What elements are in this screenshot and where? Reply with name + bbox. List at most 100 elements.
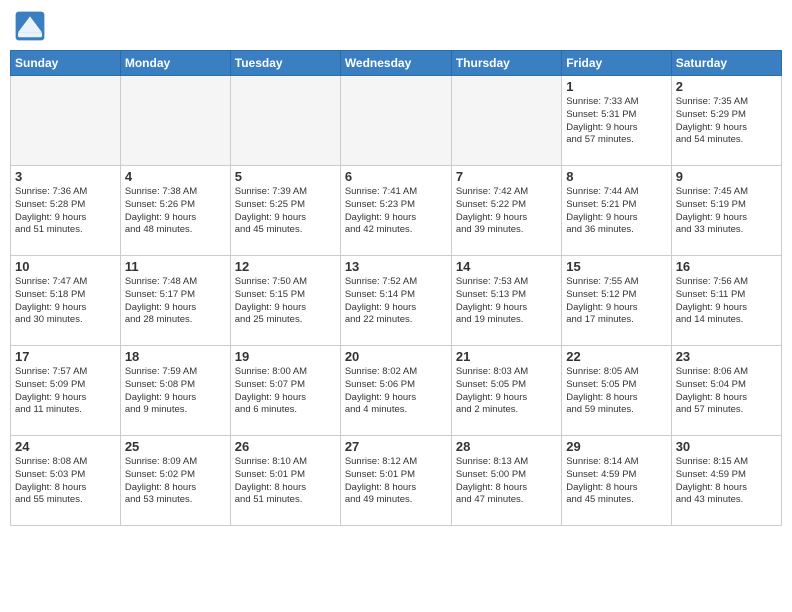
calendar-cell: 9 Sunrise: 7:45 AM Sunset: 5:19 PM Daylig…	[671, 166, 781, 256]
calendar-cell: 29 Sunrise: 8:14 AM Sunset: 4:59 PM Dayli…	[562, 436, 671, 526]
day-info: Sunrise: 8:13 AM Sunset: 5:00 PM Dayligh…	[456, 456, 557, 507]
day-number: 1	[566, 79, 666, 94]
day-info: Sunrise: 8:10 AM Sunset: 5:01 PM Dayligh…	[235, 456, 336, 507]
day-header-wednesday: Wednesday	[340, 51, 451, 76]
day-number: 17	[15, 349, 116, 364]
calendar-cell: 2Sunrise: 7:35 AM Sunset: 5:29 PM Daylig…	[671, 76, 781, 166]
day-number: 23	[676, 349, 777, 364]
calendar-cell: 24 Sunrise: 8:08 AM Sunset: 5:03 PM Dayli…	[11, 436, 121, 526]
day-info: Sunrise: 8:00 AM Sunset: 5:07 PM Dayligh…	[235, 366, 336, 417]
day-number: 7	[456, 169, 557, 184]
calendar-week-row: 24 Sunrise: 8:08 AM Sunset: 5:03 PM Dayli…	[11, 436, 782, 526]
calendar-cell: 15Sunrise: 7:55 AM Sunset: 5:12 PM Dayli…	[562, 256, 671, 346]
day-info: Sunrise: 7:35 AM Sunset: 5:29 PM Dayligh…	[676, 96, 777, 147]
day-header-saturday: Saturday	[671, 51, 781, 76]
calendar-cell: 5 Sunrise: 7:39 AM Sunset: 5:25 PM Daylig…	[230, 166, 340, 256]
calendar-week-row: 3 Sunrise: 7:36 AM Sunset: 5:28 PM Daylig…	[11, 166, 782, 256]
calendar-cell: 8 Sunrise: 7:44 AM Sunset: 5:21 PM Daylig…	[562, 166, 671, 256]
day-number: 19	[235, 349, 336, 364]
day-info: Sunrise: 7:38 AM Sunset: 5:26 PM Dayligh…	[125, 186, 226, 237]
calendar-cell: 22 Sunrise: 8:05 AM Sunset: 5:05 PM Dayli…	[562, 346, 671, 436]
day-number: 29	[566, 439, 666, 454]
day-info: Sunrise: 8:03 AM Sunset: 5:05 PM Dayligh…	[456, 366, 557, 417]
logo	[14, 10, 50, 42]
day-info: Sunrise: 7:56 AM Sunset: 5:11 PM Dayligh…	[676, 276, 777, 327]
day-number: 26	[235, 439, 336, 454]
day-number: 18	[125, 349, 226, 364]
day-info: Sunrise: 7:59 AM Sunset: 5:08 PM Dayligh…	[125, 366, 226, 417]
calendar-cell: 17Sunrise: 7:57 AM Sunset: 5:09 PM Dayli…	[11, 346, 121, 436]
calendar-cell: 1Sunrise: 7:33 AM Sunset: 5:31 PM Daylig…	[562, 76, 671, 166]
day-number: 6	[345, 169, 447, 184]
day-number: 16	[676, 259, 777, 274]
day-info: Sunrise: 7:36 AM Sunset: 5:28 PM Dayligh…	[15, 186, 116, 237]
day-header-friday: Friday	[562, 51, 671, 76]
day-number: 24	[15, 439, 116, 454]
day-number: 9	[676, 169, 777, 184]
logo-icon	[14, 10, 46, 42]
day-header-monday: Monday	[120, 51, 230, 76]
day-info: Sunrise: 8:06 AM Sunset: 5:04 PM Dayligh…	[676, 366, 777, 417]
calendar-header-row: SundayMondayTuesdayWednesdayThursdayFrid…	[11, 51, 782, 76]
day-number: 10	[15, 259, 116, 274]
calendar-week-row: 1Sunrise: 7:33 AM Sunset: 5:31 PM Daylig…	[11, 76, 782, 166]
day-info: Sunrise: 7:42 AM Sunset: 5:22 PM Dayligh…	[456, 186, 557, 237]
day-info: Sunrise: 7:45 AM Sunset: 5:19 PM Dayligh…	[676, 186, 777, 237]
day-header-thursday: Thursday	[451, 51, 561, 76]
calendar-cell: 4 Sunrise: 7:38 AM Sunset: 5:26 PM Daylig…	[120, 166, 230, 256]
calendar-cell: 30Sunrise: 8:15 AM Sunset: 4:59 PM Dayli…	[671, 436, 781, 526]
day-info: Sunrise: 8:08 AM Sunset: 5:03 PM Dayligh…	[15, 456, 116, 507]
day-info: Sunrise: 7:41 AM Sunset: 5:23 PM Dayligh…	[345, 186, 447, 237]
calendar-table: SundayMondayTuesdayWednesdayThursdayFrid…	[10, 50, 782, 526]
day-number: 21	[456, 349, 557, 364]
day-info: Sunrise: 7:52 AM Sunset: 5:14 PM Dayligh…	[345, 276, 447, 327]
calendar-cell: 27 Sunrise: 8:12 AM Sunset: 5:01 PM Dayli…	[340, 436, 451, 526]
day-number: 22	[566, 349, 666, 364]
calendar-cell: 14Sunrise: 7:53 AM Sunset: 5:13 PM Dayli…	[451, 256, 561, 346]
calendar-cell: 10 Sunrise: 7:47 AM Sunset: 5:18 PM Dayli…	[11, 256, 121, 346]
calendar-cell: 18 Sunrise: 7:59 AM Sunset: 5:08 PM Dayli…	[120, 346, 230, 436]
day-number: 25	[125, 439, 226, 454]
day-info: Sunrise: 7:50 AM Sunset: 5:15 PM Dayligh…	[235, 276, 336, 327]
day-number: 13	[345, 259, 447, 274]
calendar-cell	[230, 76, 340, 166]
day-info: Sunrise: 7:48 AM Sunset: 5:17 PM Dayligh…	[125, 276, 226, 327]
day-header-tuesday: Tuesday	[230, 51, 340, 76]
calendar-cell: 16 Sunrise: 7:56 AM Sunset: 5:11 PM Dayli…	[671, 256, 781, 346]
calendar-cell: 13 Sunrise: 7:52 AM Sunset: 5:14 PM Dayli…	[340, 256, 451, 346]
calendar-cell: 6 Sunrise: 7:41 AM Sunset: 5:23 PM Daylig…	[340, 166, 451, 256]
calendar-cell	[11, 76, 121, 166]
day-number: 28	[456, 439, 557, 454]
calendar-cell	[120, 76, 230, 166]
calendar-cell: 11 Sunrise: 7:48 AM Sunset: 5:17 PM Dayli…	[120, 256, 230, 346]
day-info: Sunrise: 8:05 AM Sunset: 5:05 PM Dayligh…	[566, 366, 666, 417]
day-info: Sunrise: 8:12 AM Sunset: 5:01 PM Dayligh…	[345, 456, 447, 507]
calendar-cell: 20Sunrise: 8:02 AM Sunset: 5:06 PM Dayli…	[340, 346, 451, 436]
day-number: 30	[676, 439, 777, 454]
page-header	[10, 10, 782, 42]
day-number: 27	[345, 439, 447, 454]
calendar-cell: 25 Sunrise: 8:09 AM Sunset: 5:02 PM Dayli…	[120, 436, 230, 526]
day-info: Sunrise: 8:14 AM Sunset: 4:59 PM Dayligh…	[566, 456, 666, 507]
day-info: Sunrise: 7:39 AM Sunset: 5:25 PM Dayligh…	[235, 186, 336, 237]
day-info: Sunrise: 7:44 AM Sunset: 5:21 PM Dayligh…	[566, 186, 666, 237]
day-info: Sunrise: 7:47 AM Sunset: 5:18 PM Dayligh…	[15, 276, 116, 327]
calendar-cell	[451, 76, 561, 166]
calendar-cell: 21 Sunrise: 8:03 AM Sunset: 5:05 PM Dayli…	[451, 346, 561, 436]
day-number: 3	[15, 169, 116, 184]
calendar-cell: 19 Sunrise: 8:00 AM Sunset: 5:07 PM Dayli…	[230, 346, 340, 436]
day-header-sunday: Sunday	[11, 51, 121, 76]
day-info: Sunrise: 8:09 AM Sunset: 5:02 PM Dayligh…	[125, 456, 226, 507]
calendar-cell: 7 Sunrise: 7:42 AM Sunset: 5:22 PM Daylig…	[451, 166, 561, 256]
calendar-cell: 23 Sunrise: 8:06 AM Sunset: 5:04 PM Dayli…	[671, 346, 781, 436]
calendar-cell: 26 Sunrise: 8:10 AM Sunset: 5:01 PM Dayli…	[230, 436, 340, 526]
day-number: 5	[235, 169, 336, 184]
day-number: 4	[125, 169, 226, 184]
calendar-week-row: 17Sunrise: 7:57 AM Sunset: 5:09 PM Dayli…	[11, 346, 782, 436]
day-info: Sunrise: 7:55 AM Sunset: 5:12 PM Dayligh…	[566, 276, 666, 327]
day-number: 11	[125, 259, 226, 274]
calendar-cell	[340, 76, 451, 166]
day-number: 12	[235, 259, 336, 274]
calendar-cell: 12 Sunrise: 7:50 AM Sunset: 5:15 PM Dayli…	[230, 256, 340, 346]
day-number: 8	[566, 169, 666, 184]
